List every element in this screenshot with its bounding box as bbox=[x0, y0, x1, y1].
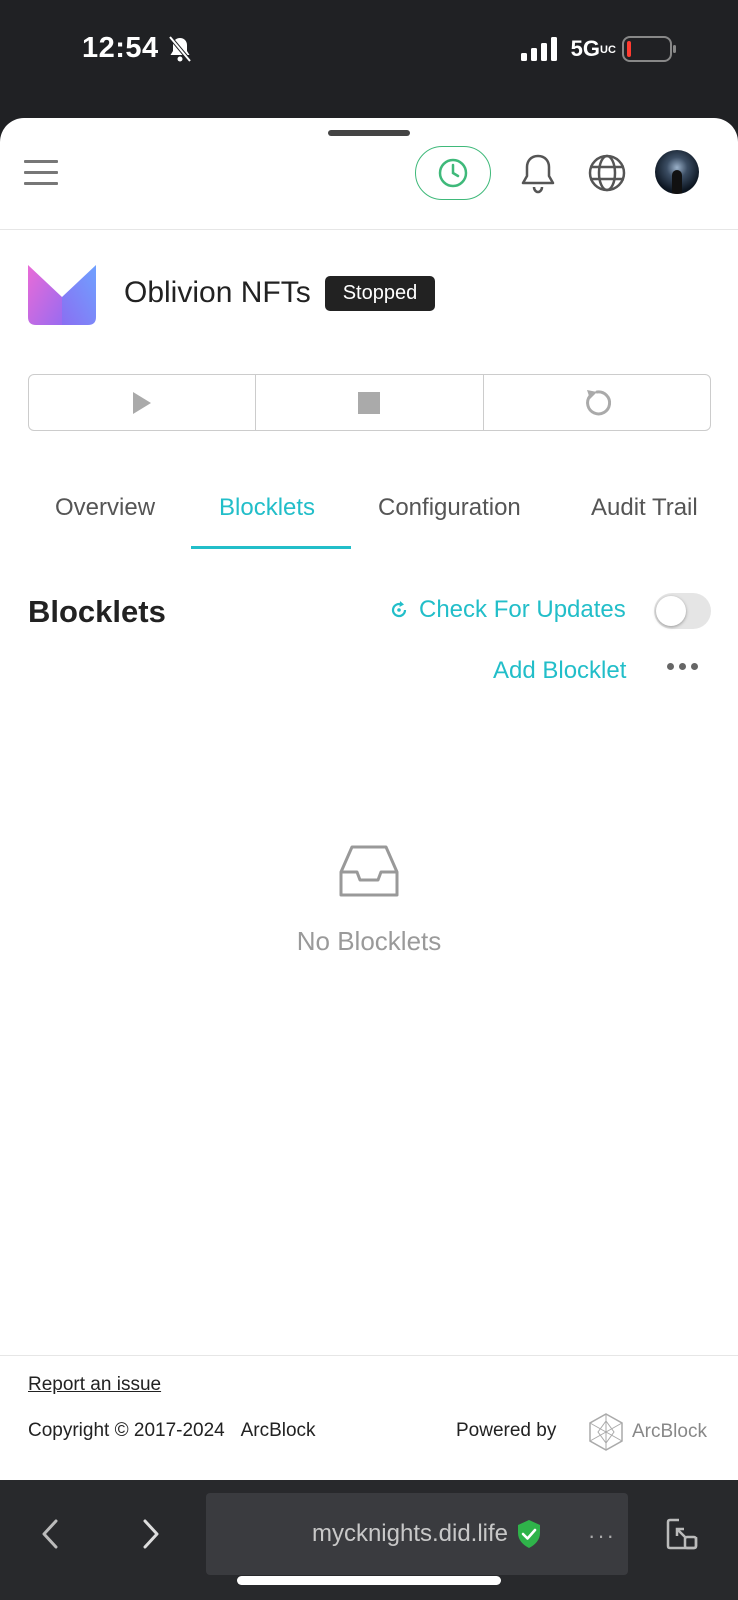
app-logo bbox=[28, 265, 96, 325]
powered-by-label: Powered by bbox=[456, 1420, 557, 1441]
user-avatar[interactable] bbox=[655, 150, 699, 194]
activity-clock-button[interactable] bbox=[415, 146, 491, 200]
status-right: 5GUC bbox=[520, 36, 678, 62]
refresh-icon bbox=[391, 601, 407, 618]
footer: Report an issue Copyright © 2017-2024 Ar… bbox=[0, 1355, 738, 1480]
tab-blocklets[interactable]: Blocklets bbox=[219, 494, 315, 522]
start-button[interactable] bbox=[29, 375, 257, 430]
url-text: mycknights.did.life bbox=[311, 1520, 509, 1547]
url-more-button[interactable]: ··· bbox=[588, 1523, 616, 1549]
check-updates-label: Check For Updates bbox=[419, 596, 626, 623]
status-badge: Stopped bbox=[324, 275, 436, 311]
bell-icon bbox=[521, 154, 555, 194]
restart-button[interactable] bbox=[484, 375, 710, 430]
copyright-company: ArcBlock bbox=[240, 1420, 316, 1441]
active-tab-indicator bbox=[191, 546, 351, 549]
tab-audit-trail[interactable]: Audit Trail bbox=[591, 494, 698, 522]
app-header: Oblivion NFTs Stopped bbox=[28, 261, 436, 325]
network-label: 5GUC bbox=[570, 36, 616, 61]
stop-icon bbox=[358, 391, 381, 414]
top-nav-bar bbox=[0, 118, 738, 230]
arcblock-logo-icon bbox=[589, 1413, 623, 1451]
status-time-group: 12:54 bbox=[82, 32, 193, 65]
section-title: Blocklets bbox=[28, 594, 166, 629]
empty-inbox-icon bbox=[339, 845, 399, 897]
more-options-icon[interactable] bbox=[667, 663, 698, 670]
app-control-group bbox=[28, 374, 711, 431]
hamburger-menu-icon[interactable] bbox=[24, 160, 58, 188]
restart-icon bbox=[585, 389, 611, 415]
notifications-button[interactable] bbox=[515, 150, 561, 196]
copyright-text: Copyright © 2017-2024 ArcBlock bbox=[28, 1420, 316, 1441]
tab-bar: Overview Blocklets Configuration Audit T… bbox=[0, 476, 738, 550]
status-bar: 12:54 5GUC bbox=[0, 0, 738, 118]
status-time: 12:54 bbox=[82, 32, 159, 64]
language-button[interactable] bbox=[584, 150, 630, 196]
tab-overview[interactable]: Overview bbox=[55, 494, 155, 522]
bell-mute-icon bbox=[168, 35, 192, 62]
app-title: Oblivion NFTs bbox=[124, 276, 311, 309]
signal-icon bbox=[520, 37, 557, 61]
arcblock-brand-text: ArcBlock bbox=[632, 1421, 707, 1442]
url-bar[interactable]: mycknights.did.life ··· bbox=[206, 1493, 628, 1575]
battery-icon bbox=[622, 36, 676, 62]
report-issue-link[interactable]: Report an issue bbox=[28, 1374, 161, 1396]
tab-configuration[interactable]: Configuration bbox=[378, 494, 521, 522]
check-updates-button[interactable]: Check For Updates bbox=[389, 596, 626, 624]
globe-icon bbox=[588, 154, 626, 192]
minimize-window-icon bbox=[666, 1518, 698, 1550]
secure-shield-icon bbox=[518, 1520, 541, 1548]
play-icon bbox=[133, 391, 152, 414]
empty-state-text: No Blocklets bbox=[296, 926, 442, 956]
chevron-left-icon bbox=[42, 1519, 58, 1549]
stop-button[interactable] bbox=[256, 375, 484, 430]
chevron-right-icon bbox=[143, 1519, 159, 1549]
forward-button[interactable] bbox=[131, 1514, 171, 1554]
arcblock-brand-link[interactable]: ArcBlock bbox=[588, 1412, 707, 1452]
app-sheet: Oblivion NFTs Stopped Overview Blocklets… bbox=[0, 118, 738, 1480]
back-button[interactable] bbox=[30, 1514, 70, 1554]
auto-update-toggle[interactable] bbox=[654, 593, 711, 629]
add-blocklet-button[interactable]: Add Blocklet bbox=[493, 657, 626, 685]
clock-icon bbox=[438, 158, 468, 188]
home-indicator[interactable] bbox=[237, 1576, 501, 1585]
exit-fullscreen-button[interactable] bbox=[662, 1514, 702, 1554]
